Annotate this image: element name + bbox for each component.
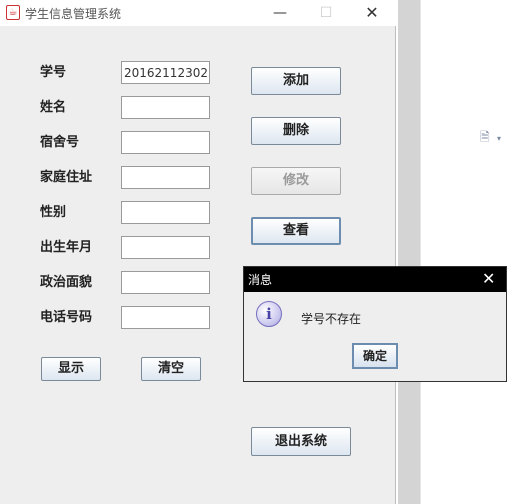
birth-field[interactable]	[121, 236, 210, 259]
label-name: 姓名	[40, 100, 67, 115]
gender-field[interactable]	[121, 201, 210, 224]
main-window: ☕ 学生信息管理系统 — ☐ ✕ 学号 姓名 宿舍号 家庭住址 性别 出生年月 …	[0, 0, 396, 504]
chevron-down-icon[interactable]: ▾	[497, 134, 501, 143]
background-editor-area	[420, 0, 512, 504]
dialog-title: 消息	[248, 273, 273, 287]
modify-button[interactable]: 修改	[251, 167, 341, 195]
java-app-icon: ☕	[6, 5, 20, 20]
maximize-button[interactable]: ☐	[312, 3, 340, 23]
name-field[interactable]	[121, 96, 210, 119]
info-icon: i	[256, 301, 282, 327]
ok-button[interactable]: 确定	[352, 343, 398, 369]
display-button[interactable]: 显示	[41, 357, 101, 381]
message-dialog: 消息 ✕ i 学号不存在 确定	[243, 266, 507, 382]
label-address: 家庭住址	[40, 170, 93, 185]
dialog-close-button[interactable]: ✕	[482, 268, 495, 290]
exit-system-button[interactable]: 退出系统	[251, 427, 351, 456]
background-panel	[398, 0, 420, 504]
document-icon[interactable]: 🗎	[480, 130, 492, 144]
label-student-id: 学号	[40, 65, 67, 80]
address-field[interactable]	[121, 166, 210, 189]
close-button[interactable]: ✕	[358, 3, 386, 23]
minimize-button[interactable]: —	[266, 3, 294, 23]
dialog-message: 学号不存在	[301, 312, 362, 326]
political-field[interactable]	[121, 271, 210, 294]
view-button[interactable]: 查看	[251, 217, 341, 245]
title-bar[interactable]: ☕ 学生信息管理系统 — ☐ ✕	[0, 0, 396, 26]
label-gender: 性别	[40, 205, 67, 220]
label-political: 政治面貌	[40, 275, 93, 290]
dorm-field[interactable]	[121, 131, 210, 154]
student-id-field[interactable]	[121, 61, 210, 84]
dialog-title-bar[interactable]: 消息 ✕	[244, 267, 506, 292]
window-title: 学生信息管理系统	[25, 7, 122, 21]
label-phone: 电话号码	[40, 310, 93, 325]
add-button[interactable]: 添加	[251, 67, 341, 95]
clear-button[interactable]: 清空	[141, 357, 201, 381]
delete-button[interactable]: 删除	[251, 117, 341, 145]
label-birth: 出生年月	[40, 240, 93, 255]
phone-field[interactable]	[121, 306, 210, 329]
label-dorm: 宿舍号	[40, 135, 80, 150]
